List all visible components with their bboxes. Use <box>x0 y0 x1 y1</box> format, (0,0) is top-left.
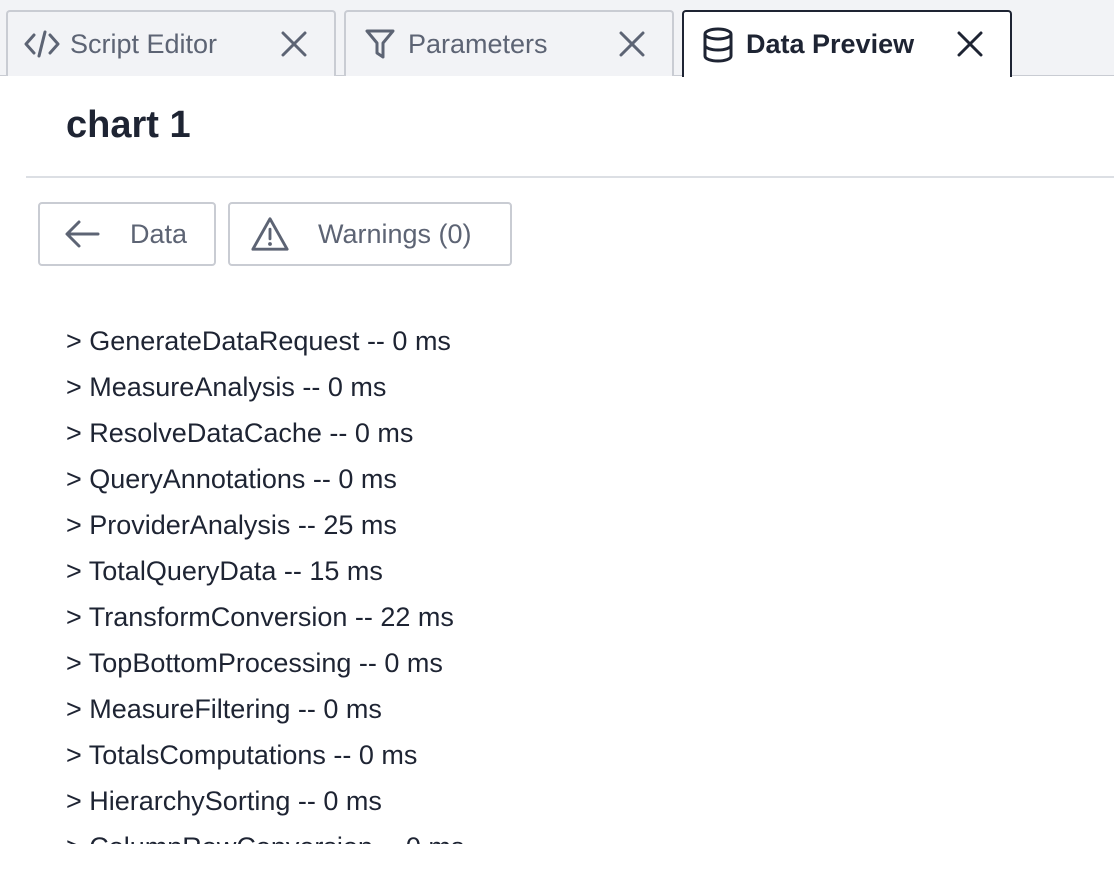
timing-log: > GenerateDataRequest -- 0 ms > MeasureAn… <box>66 318 1066 844</box>
warnings-button[interactable]: Warnings (0) <box>228 202 512 266</box>
warning-icon <box>250 214 290 254</box>
tab-label: Script Editor <box>70 28 218 59</box>
log-line: > TotalsComputations -- 0 ms <box>66 740 418 770</box>
tab-bar: Script Editor Parameters Data Preview <box>0 0 1114 77</box>
filter-icon <box>362 26 398 62</box>
log-line: > ColumnRowConversion -- 0 ms <box>66 824 1066 844</box>
back-to-data-button[interactable]: Data <box>38 202 216 266</box>
log-line: > TopBottomProcessing -- 0 ms <box>66 648 443 678</box>
divider <box>26 176 1114 178</box>
log-line: > QueryAnnotations -- 0 ms <box>66 464 397 494</box>
log-line: > TotalQueryData -- 15 ms <box>66 556 383 586</box>
log-line: > MeasureAnalysis -- 0 ms <box>66 372 387 402</box>
log-line: > GenerateDataRequest -- 0 ms <box>66 326 451 356</box>
log-line: > ProviderAnalysis -- 25 ms <box>66 510 397 540</box>
tab-data-preview[interactable]: Data Preview <box>682 10 1012 77</box>
log-line: > ResolveDataCache -- 0 ms <box>66 418 414 448</box>
data-button-label: Data <box>130 218 188 249</box>
arrow-left-icon <box>62 214 102 254</box>
log-line: > MeasureFiltering -- 0 ms <box>66 694 382 724</box>
page-title: chart 1 <box>66 104 191 146</box>
close-icon[interactable] <box>616 28 648 60</box>
close-icon[interactable] <box>954 28 986 60</box>
log-line: > TransformConversion -- 22 ms <box>66 602 454 632</box>
close-icon[interactable] <box>278 28 310 60</box>
database-icon <box>700 27 736 63</box>
warnings-button-label: Warnings (0) <box>318 218 472 249</box>
tab-parameters[interactable]: Parameters <box>344 10 674 76</box>
tab-label: Parameters <box>408 28 548 59</box>
code-icon <box>24 26 60 62</box>
tab-script-editor[interactable]: Script Editor <box>6 10 336 76</box>
tab-label: Data Preview <box>746 29 915 59</box>
log-line: > HierarchySorting -- 0 ms <box>66 786 382 816</box>
